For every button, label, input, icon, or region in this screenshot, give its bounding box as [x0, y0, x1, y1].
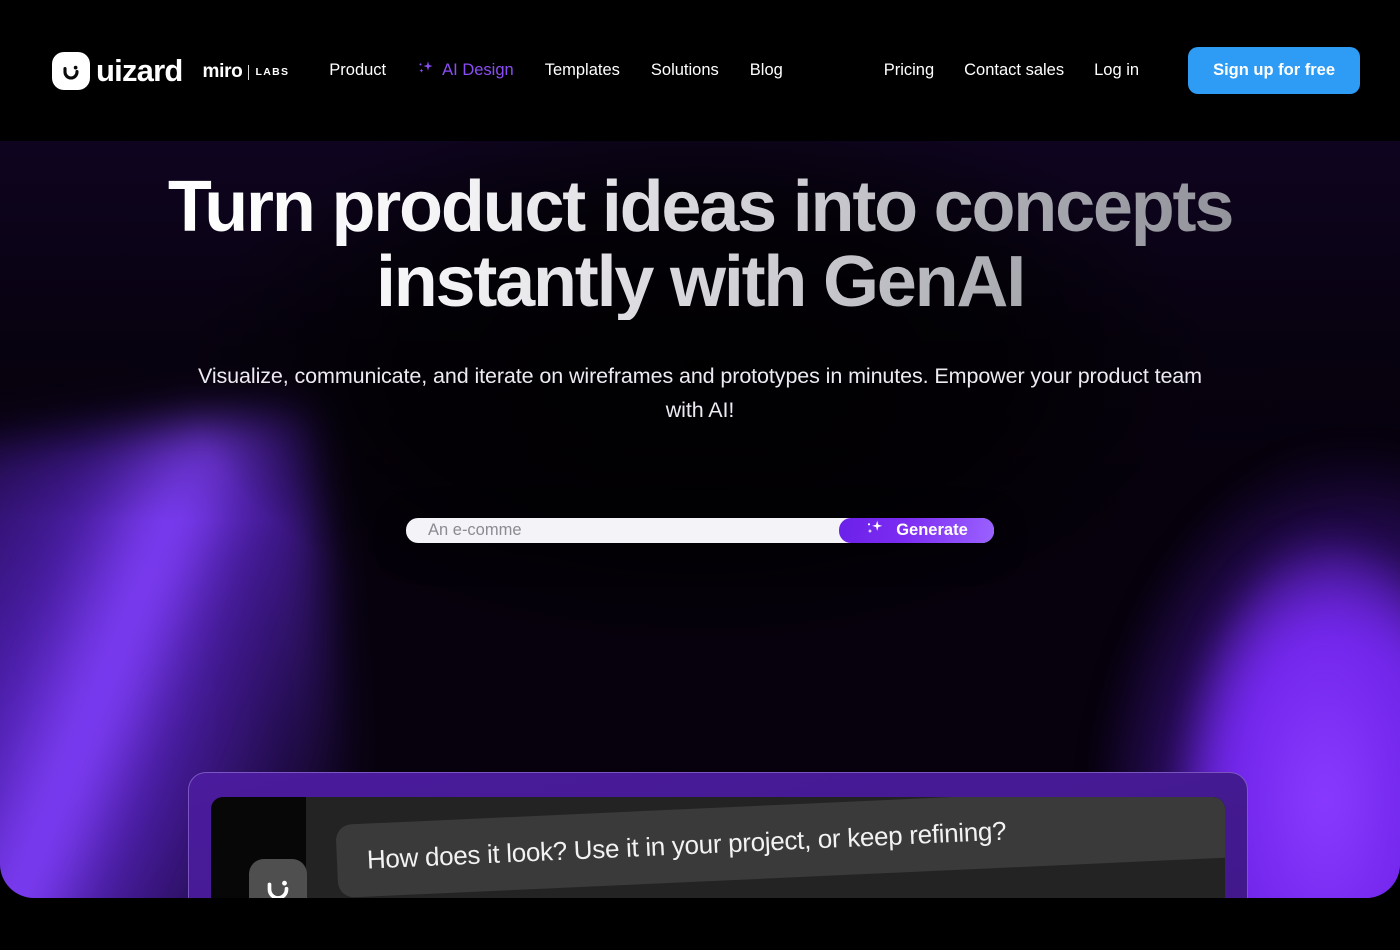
generate-button[interactable]: Generate: [839, 517, 994, 543]
hero-section: Turn product ideas into concepts instant…: [0, 141, 1400, 898]
nav-item-label: Blog: [749, 61, 783, 79]
logo-wordmark: uizard: [96, 53, 183, 88]
uizard-smiley-icon: [52, 51, 90, 90]
hero-subtitle: Visualize, communicate, and iterate on w…: [198, 363, 1202, 422]
product-mockup[interactable]: How does it look? Use it in your project…: [188, 772, 1248, 898]
prompt-input[interactable]: [406, 517, 839, 543]
brand-lockup[interactable]: uizard miro LABS: [52, 51, 290, 90]
miro-labs-lockup: miro LABS: [203, 58, 290, 83]
page-title: Turn product ideas into concepts instant…: [0, 170, 1400, 320]
primary-nav: Product AI Design Templates Solutions Bl…: [329, 59, 783, 82]
site-header: uizard miro LABS Product AI Design Templ…: [0, 0, 1400, 141]
prompt-bar: Generate: [406, 517, 994, 543]
sign-up-button[interactable]: Sign up for free: [1188, 47, 1360, 94]
miro-wordmark: miro: [202, 61, 243, 82]
nav-item-blog[interactable]: Blog: [750, 61, 783, 80]
secondary-nav: Pricing Contact sales Log in Sign up for…: [884, 47, 1360, 94]
nav-item-log-in[interactable]: Log in: [1094, 61, 1139, 80]
sparkle-icon: [417, 59, 435, 82]
nav-item-templates[interactable]: Templates: [545, 61, 620, 80]
hero-content: Turn product ideas into concepts instant…: [0, 141, 1400, 543]
nav-item-label: AI Design: [442, 61, 514, 79]
lockup-divider: [248, 64, 250, 80]
sparkle-icon: [865, 518, 885, 543]
mockup-screen: How does it look? Use it in your project…: [211, 797, 1225, 898]
nav-item-label: Templates: [544, 61, 620, 79]
nav-item-product[interactable]: Product: [329, 61, 386, 80]
nav-item-label: Pricing: [883, 61, 935, 79]
chat-bubble-text: How does it look? Use it in your project…: [366, 815, 1007, 875]
nav-item-solutions[interactable]: Solutions: [651, 61, 719, 80]
nav-item-ai-design[interactable]: AI Design: [417, 59, 514, 82]
nav-item-label: Product: [329, 61, 387, 79]
nav-item-contact-sales[interactable]: Contact sales: [964, 61, 1064, 80]
generate-button-label: Generate: [896, 520, 968, 539]
labs-wordmark: LABS: [255, 66, 290, 78]
nav-item-label: Solutions: [650, 61, 719, 79]
nav-item-label: Log in: [1094, 61, 1140, 79]
avatar: [249, 859, 307, 898]
nav-item-label: Contact sales: [964, 61, 1065, 79]
nav-item-pricing[interactable]: Pricing: [884, 61, 934, 80]
